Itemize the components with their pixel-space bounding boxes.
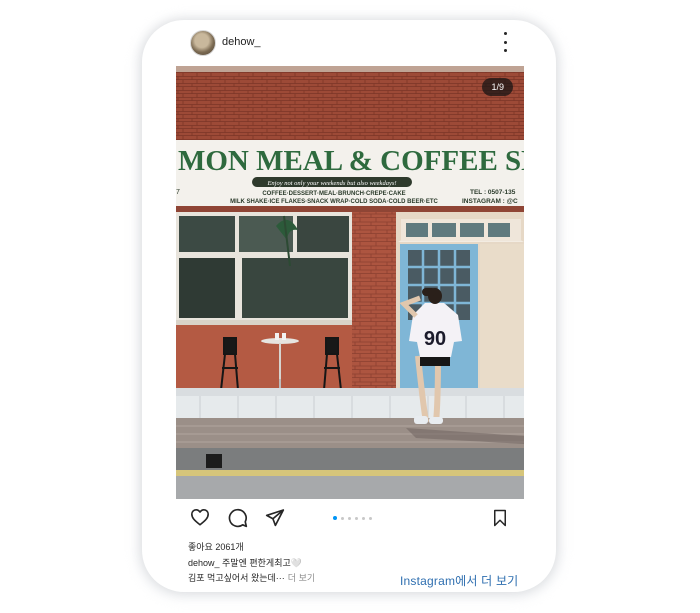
caption-line1: dehow_ 주말엔 편한게최고🤍 [188, 558, 302, 568]
likes-count: 좋아요 2061개 [188, 542, 244, 552]
more-vertical-icon[interactable] [500, 32, 510, 52]
shirt-number: 90 [424, 328, 446, 350]
caption-line2-text: 김포 먹고싶어서 왔는데··· [188, 573, 285, 583]
heart-icon[interactable] [190, 508, 210, 526]
carousel-dot [355, 516, 358, 520]
sign-menu-line1: COFFEE·DESSERT·MEAL·BRUNCH·CREPE·CAKE [262, 191, 405, 197]
sign-left-digit: 7 [176, 189, 180, 196]
post-photo[interactable]: MON MEAL & COFFEE SHOP Enjoy not only yo… [176, 66, 524, 499]
carousel-dot [348, 516, 351, 520]
sign-insta: INSTAGRAM : @C [462, 198, 518, 205]
comment-icon[interactable] [228, 508, 248, 528]
view-on-instagram-link[interactable]: Instagram에서 더 보기 [400, 572, 518, 589]
share-icon[interactable] [265, 508, 285, 527]
caption-line2: 김포 먹고싶어서 왔는데··· 더 보기 [188, 571, 315, 584]
carousel-dot [362, 516, 365, 520]
username[interactable]: dehow_ [222, 36, 261, 48]
bookmark-icon[interactable] [492, 509, 508, 527]
carousel-dot [369, 516, 372, 520]
sign-tagline: Enjoy not only your weekends but also we… [266, 180, 396, 187]
carousel-dot [333, 516, 337, 520]
sign-menu-line2: MILK SHAKE·ICE FLAKES·SNACK WRAP·COLD SO… [230, 199, 438, 205]
instagram-post-card: dehow_ MON MEAL & COFFEE SHOP Enjoy not [142, 20, 556, 592]
carousel-indicator [333, 516, 372, 520]
carousel-dot [341, 516, 344, 520]
more-link[interactable]: 더 보기 [288, 573, 315, 583]
image-counter: 1/9 [482, 78, 513, 96]
avatar[interactable] [190, 30, 216, 56]
sign-title: MON MEAL & COFFEE SHOP [178, 145, 524, 177]
sign-tel: TEL : 0507-135 [470, 189, 516, 196]
storefront-illustration: MON MEAL & COFFEE SHOP Enjoy not only yo… [176, 66, 524, 499]
